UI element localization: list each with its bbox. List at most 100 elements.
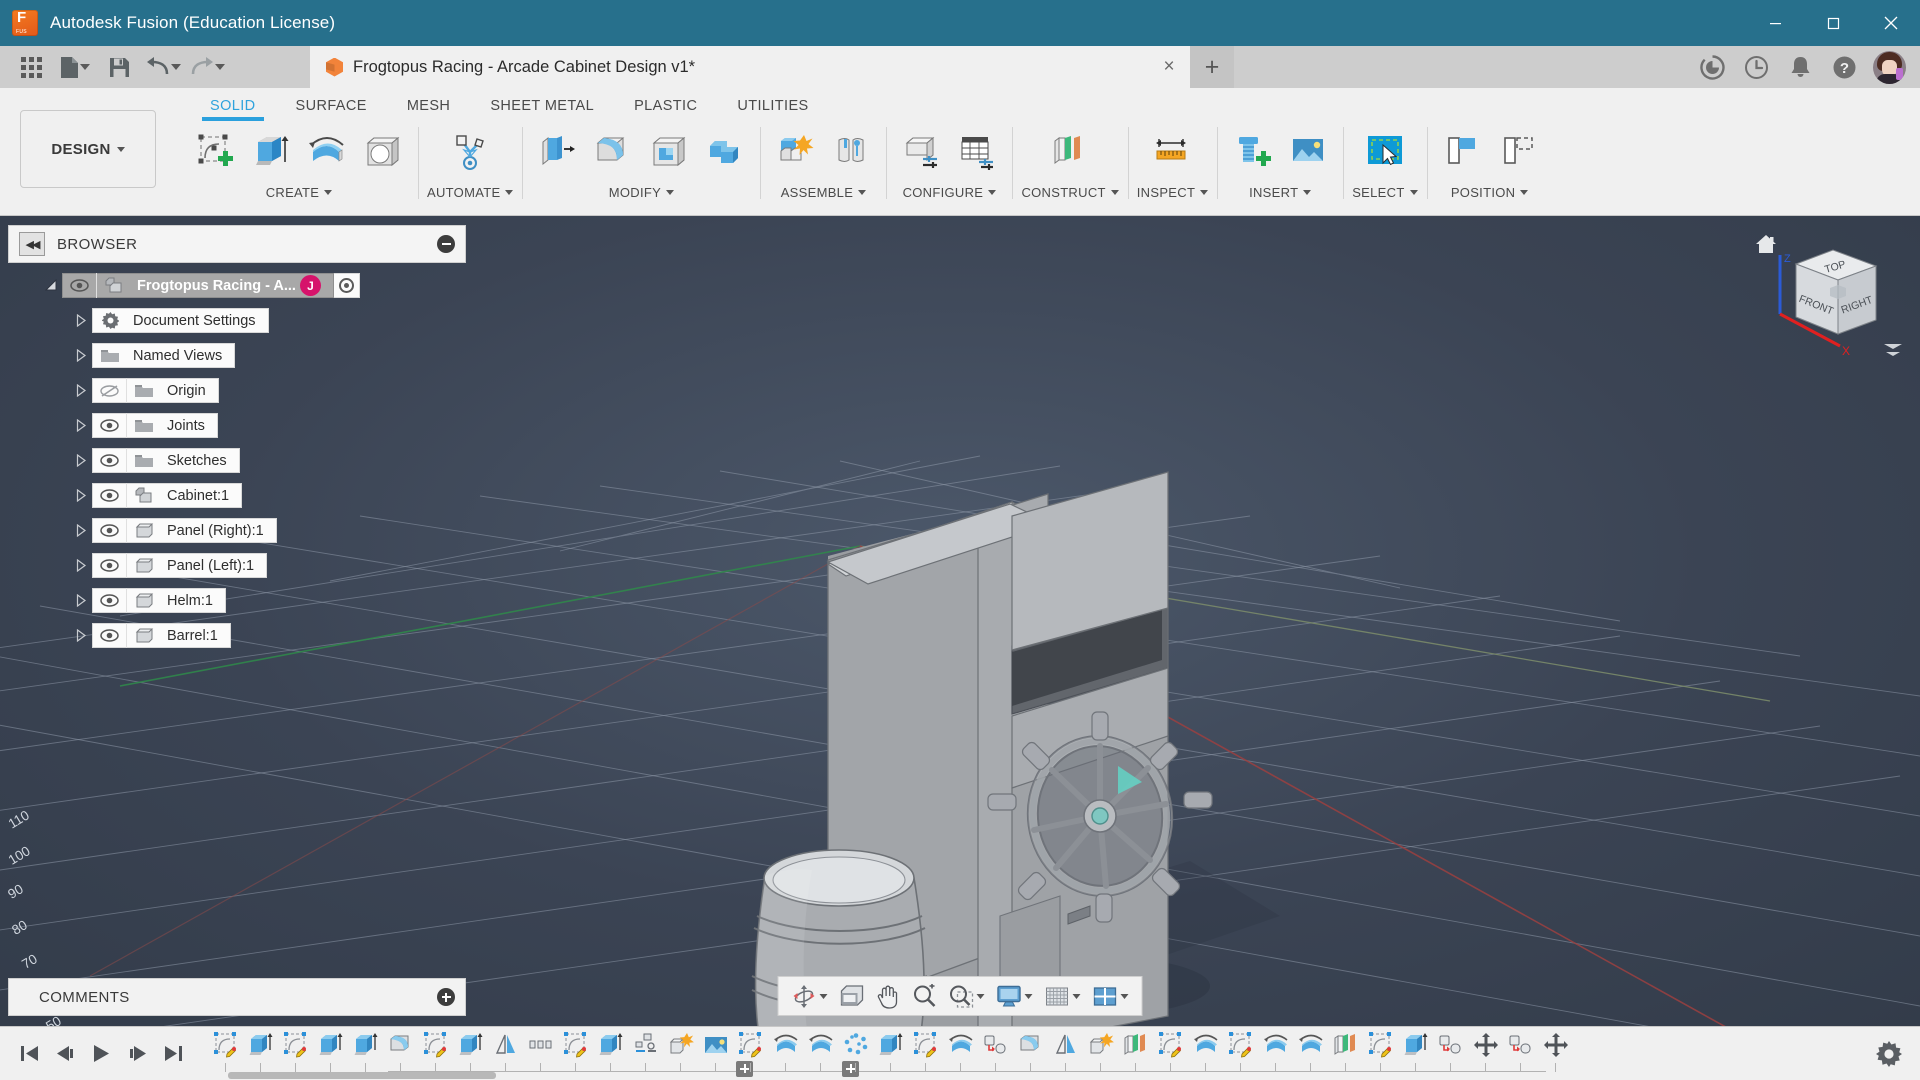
extrude-icon[interactable] (245, 125, 297, 179)
visibility-eye-icon[interactable] (93, 623, 127, 648)
expand-triangle-icon[interactable] (70, 489, 92, 502)
configure-table-icon[interactable] (951, 125, 1003, 179)
visibility-eye-icon[interactable] (93, 413, 127, 438)
revolve-icon[interactable] (301, 125, 353, 179)
visibility-eye-icon[interactable] (93, 588, 127, 613)
panel-create-label[interactable]: CREATE (266, 185, 333, 200)
tree-row-panel-right[interactable]: Panel (Right):1 (70, 518, 460, 543)
tab-plastic[interactable]: PLASTIC (614, 98, 717, 121)
tree-item-panel-right[interactable]: Panel (Right):1 (92, 518, 277, 543)
tree-item-helm[interactable]: Helm:1 (92, 588, 226, 613)
expand-triangle-icon[interactable] (70, 559, 92, 572)
zoom-button[interactable] (907, 979, 942, 1013)
tree-row-panel-left[interactable]: Panel (Left):1 (70, 553, 460, 578)
panel-select-label[interactable]: SELECT (1352, 185, 1418, 200)
play-button[interactable] (86, 1037, 116, 1071)
expand-triangle-icon[interactable] (40, 279, 62, 292)
orbit-button[interactable] (787, 979, 833, 1013)
viewcube[interactable]: Z X TOP FRONT RIGHT (1748, 222, 1908, 362)
notifications-bell-icon[interactable] (1779, 46, 1821, 88)
tab-utilities[interactable]: UTILITIES (717, 98, 828, 121)
document-tab[interactable]: Frogtopus Racing - Arcade Cabinet Design… (310, 46, 1190, 88)
new-file-button[interactable] (54, 48, 96, 86)
new-component-icon[interactable] (769, 125, 821, 179)
press-pull-icon[interactable] (531, 125, 583, 179)
tree-row-barrel[interactable]: Barrel:1 (70, 623, 460, 648)
hole-icon[interactable] (357, 125, 409, 179)
new-document-tab-button[interactable]: + (1190, 46, 1234, 88)
visibility-eye-icon[interactable] (93, 518, 127, 543)
automate-assembly-icon[interactable] (444, 125, 496, 179)
configure-part-icon[interactable] (895, 125, 947, 179)
tree-item-panel-left[interactable]: Panel (Left):1 (92, 553, 268, 578)
visibility-eye-icon[interactable] (93, 448, 127, 473)
minus-circle-icon[interactable] (437, 235, 455, 253)
visibility-eye-icon[interactable] (93, 483, 127, 508)
tree-item-origin[interactable]: Origin (92, 378, 219, 403)
expand-triangle-icon[interactable] (70, 454, 92, 467)
display-settings-button[interactable] (992, 979, 1038, 1013)
panel-insert-label[interactable]: INSERT (1249, 185, 1312, 200)
grid-snaps-button[interactable] (1040, 979, 1086, 1013)
maximize-button[interactable] (1804, 0, 1862, 46)
tab-surface[interactable]: SURFACE (276, 98, 387, 121)
undo-button[interactable] (142, 48, 184, 86)
activate-component-radio[interactable] (333, 273, 360, 298)
tree-row-helm[interactable]: Helm:1 (70, 588, 460, 613)
panel-assemble-label[interactable]: ASSEMBLE (781, 185, 867, 200)
workspace-switcher[interactable]: DESIGN (20, 110, 156, 188)
user-avatar[interactable] (1873, 50, 1906, 84)
insert-mcmaster-icon[interactable] (1226, 125, 1278, 179)
look-at-button[interactable] (835, 979, 870, 1013)
tree-item-root[interactable]: Frogtopus Racing - A... J (62, 273, 334, 298)
comments-panel[interactable]: COMMENTS (8, 978, 466, 1016)
tree-item-barrel[interactable]: Barrel:1 (92, 623, 231, 648)
go-to-end-button[interactable] (158, 1037, 188, 1071)
3d-viewport[interactable]: 110 100 90 80 70 60 50 45 40 70 65 60 55… (0, 216, 1920, 1026)
expand-triangle-icon[interactable] (70, 629, 92, 642)
measure-ruler-icon[interactable] (1146, 125, 1198, 179)
tree-row-joints[interactable]: Joints (70, 413, 460, 438)
step-back-button[interactable] (50, 1037, 80, 1071)
panel-automate-label[interactable]: AUTOMATE (427, 185, 514, 200)
move-position-icon[interactable] (1492, 125, 1544, 179)
tree-row-sketches[interactable]: Sketches (70, 448, 460, 473)
go-to-beginning-button[interactable] (14, 1037, 44, 1071)
timeline-group-marker[interactable] (842, 1060, 859, 1077)
expand-triangle-icon[interactable] (70, 384, 92, 397)
redo-button[interactable] (186, 48, 228, 86)
app-grid-button[interactable] (10, 48, 52, 86)
tree-row-cabinet[interactable]: Cabinet:1 (70, 483, 460, 508)
create-sketch-icon[interactable] (189, 125, 241, 179)
collapse-left-icon[interactable]: ◀◀ (19, 232, 45, 256)
visibility-eye-hidden-icon[interactable] (93, 378, 127, 403)
joint-icon[interactable] (825, 125, 877, 179)
close-button[interactable] (1862, 0, 1920, 46)
tab-sheet-metal[interactable]: SHEET METAL (470, 98, 614, 121)
tree-item-joints[interactable]: Joints (92, 413, 218, 438)
expand-triangle-icon[interactable] (70, 524, 92, 537)
expand-triangle-icon[interactable] (70, 594, 92, 607)
visibility-eye-icon[interactable] (63, 273, 97, 298)
panel-inspect-label[interactable]: INSPECT (1137, 185, 1209, 200)
fillet-icon[interactable] (587, 125, 639, 179)
fit-button[interactable] (944, 979, 990, 1013)
panel-configure-label[interactable]: CONFIGURE (903, 185, 997, 200)
close-icon[interactable]: × (1154, 52, 1184, 82)
offset-plane-icon[interactable] (1044, 125, 1096, 179)
save-button[interactable] (98, 48, 140, 86)
tree-item-cabinet[interactable]: Cabinet:1 (92, 483, 243, 508)
tree-row-named-views[interactable]: Named Views (70, 343, 460, 368)
expand-triangle-icon[interactable] (70, 314, 92, 327)
tree-row-origin[interactable]: Origin (70, 378, 460, 403)
tab-mesh[interactable]: MESH (387, 98, 471, 121)
tree-row-root[interactable]: Frogtopus Racing - A... J (40, 273, 460, 298)
step-forward-button[interactable] (122, 1037, 152, 1071)
expand-triangle-icon[interactable] (70, 349, 92, 362)
insert-canvas-icon[interactable] (1282, 125, 1334, 179)
shell-icon[interactable] (643, 125, 695, 179)
select-window-icon[interactable] (1359, 125, 1411, 179)
viewports-button[interactable] (1088, 979, 1134, 1013)
tree-item-sketches[interactable]: Sketches (92, 448, 240, 473)
tree-item-named-views[interactable]: Named Views (92, 343, 236, 368)
